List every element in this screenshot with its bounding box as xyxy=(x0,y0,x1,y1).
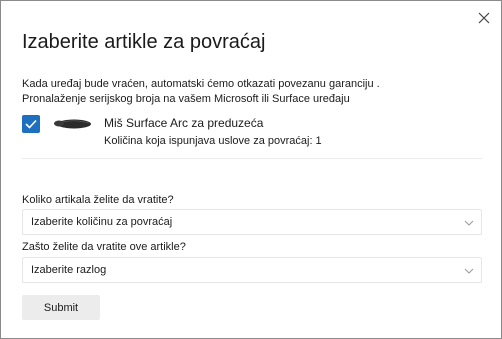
dialog-description: Kada uređaj bude vraćen, automatski ćemo… xyxy=(22,77,380,107)
item-name: Miš Surface Arc za preduzeća xyxy=(104,116,264,130)
serial-number-link[interactable]: Pronalaženje serijskog broja na vašem Mi… xyxy=(22,92,380,107)
warranty-note: Kada uređaj bude vraćen, automatski ćemo… xyxy=(22,78,380,90)
mouse-icon xyxy=(54,119,91,129)
reason-label: Zašto želite da vratite ove artikle? xyxy=(22,241,186,253)
item-eligible-quantity: Količina koja ispunjava uslove za povrać… xyxy=(104,135,322,147)
return-item-row: Miš Surface Arc za preduzeća Količina ko… xyxy=(22,115,482,159)
divider xyxy=(22,158,482,159)
checkmark-icon xyxy=(25,119,37,129)
reason-select[interactable]: Izaberite razlog xyxy=(22,257,482,283)
dialog-title: Izaberite artikle za povraćaj xyxy=(22,31,266,53)
quantity-select[interactable]: Izaberite količinu za povraćaj xyxy=(22,209,482,235)
chevron-down-icon xyxy=(464,220,474,226)
chevron-down-icon xyxy=(464,268,474,274)
reason-select-value: Izaberite razlog xyxy=(31,264,107,276)
submit-button[interactable]: Submit xyxy=(22,295,100,320)
return-items-dialog: Izaberite artikle za povraćaj Kada uređa… xyxy=(0,0,502,339)
item-checkbox[interactable] xyxy=(22,115,40,133)
close-button[interactable] xyxy=(473,7,495,29)
quantity-label: Koliko artikala želite da vratite? xyxy=(22,194,174,206)
quantity-select-value: Izaberite količinu za povraćaj xyxy=(31,216,173,228)
close-icon xyxy=(478,12,490,24)
